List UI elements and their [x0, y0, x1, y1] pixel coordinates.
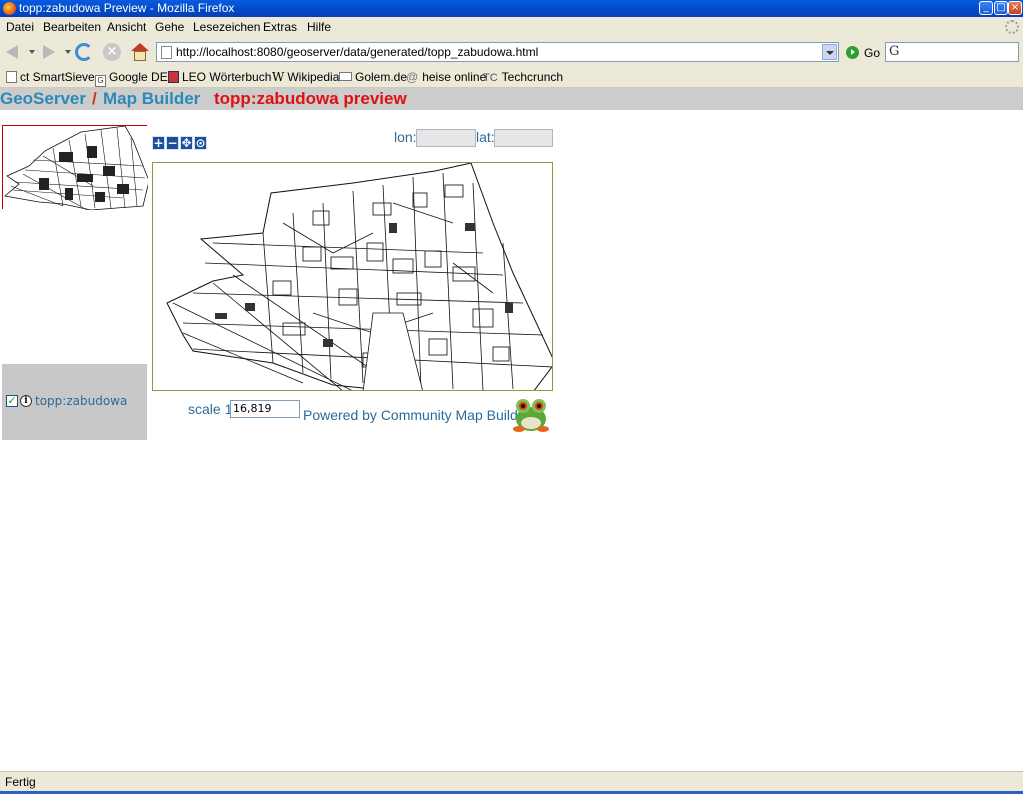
- firefox-icon: [3, 2, 16, 15]
- frog-logo-icon[interactable]: [511, 395, 551, 435]
- info-icon[interactable]: i: [20, 395, 32, 407]
- menu-bearbeiten[interactable]: Bearbeiten: [43, 20, 101, 34]
- google-icon: G: [95, 75, 106, 87]
- home-button[interactable]: [129, 41, 151, 63]
- close-button[interactable]: ×: [1008, 1, 1022, 15]
- bookmark-techcrunch[interactable]: TC Techcrunch: [483, 70, 563, 84]
- bookmark-golem[interactable]: Golem.de: [339, 70, 407, 84]
- flag-icon: [168, 71, 179, 83]
- zoom-out-button[interactable]: −: [166, 136, 179, 150]
- stop-icon: ×: [103, 43, 121, 61]
- map-builder-title: Map Builder: [103, 89, 201, 108]
- powered-by-link[interactable]: Powered by Community Map Builder: [303, 407, 530, 423]
- menu-extras[interactable]: Extras: [263, 20, 297, 34]
- status-text: Fertig: [5, 775, 36, 789]
- reset-extent-button[interactable]: ⊙: [194, 136, 207, 150]
- layer-legend: ✓ i topp:zabudowa: [2, 364, 147, 440]
- throbber-icon: [1005, 20, 1019, 34]
- bookmark-leo[interactable]: LEO Wörterbuch: [168, 70, 271, 84]
- pan-button[interactable]: ✥: [180, 136, 193, 150]
- search-field[interactable]: G: [885, 42, 1019, 62]
- minimize-button[interactable]: _: [979, 1, 993, 15]
- menu-lesezeichen[interactable]: Lesezeichen: [193, 20, 260, 34]
- navigation-toolbar: × http://localhost:8080/geoserver/data/g…: [0, 38, 1023, 67]
- page-header: GeoServer / Map Builder topp:zabudowa pr…: [0, 88, 1023, 110]
- page-content: GeoServer / Map Builder topp:zabudowa pr…: [0, 88, 1023, 771]
- overview-map[interactable]: [2, 125, 150, 211]
- golem-icon: [339, 72, 352, 81]
- menu-gehe[interactable]: Gehe: [155, 20, 184, 34]
- lon-label: lon:: [394, 129, 417, 145]
- url-field[interactable]: http://localhost:8080/geoserver/data/gen…: [156, 42, 839, 62]
- bookmark-heise[interactable]: @ heise online: [406, 70, 486, 84]
- wikipedia-icon: W: [272, 70, 285, 84]
- scale-input[interactable]: 16,819: [230, 400, 300, 418]
- overview-map-image: [4, 125, 150, 211]
- main-map[interactable]: [152, 162, 553, 391]
- url-text[interactable]: http://localhost:8080/geoserver/data/gen…: [176, 45, 538, 59]
- forward-icon: [43, 45, 55, 59]
- url-history-dropdown[interactable]: [822, 44, 837, 60]
- go-icon[interactable]: [846, 46, 859, 59]
- bookmark-ct-smartsieve[interactable]: ct SmartSieve: [6, 70, 95, 84]
- bookmark-google-de[interactable]: G Google DE: [95, 70, 168, 87]
- back-button[interactable]: [2, 41, 24, 63]
- lat-label: lat:: [476, 129, 495, 145]
- menu-bar: Datei Bearbeiten Ansicht Gehe Lesezeiche…: [0, 17, 1023, 38]
- lat-field[interactable]: [494, 129, 553, 147]
- layer-name[interactable]: topp:zabudowa: [35, 394, 127, 408]
- back-history-dropdown[interactable]: [29, 50, 35, 54]
- menu-datei[interactable]: Datei: [6, 20, 34, 34]
- geoserver-title: GeoServer: [0, 89, 86, 108]
- forward-history-dropdown[interactable]: [65, 50, 71, 54]
- back-icon: [6, 45, 18, 59]
- techcrunch-icon: TC: [483, 72, 498, 84]
- title-bar: topp:zabudowa Preview - Mozilla Firefox …: [0, 0, 1023, 17]
- reload-icon: [75, 43, 93, 61]
- reload-button[interactable]: [73, 41, 95, 63]
- lon-field[interactable]: [416, 129, 476, 147]
- window-title: topp:zabudowa Preview - Mozilla Firefox: [19, 1, 235, 15]
- menu-ansicht[interactable]: Ansicht: [107, 20, 146, 34]
- layer-visibility-checkbox[interactable]: ✓: [6, 395, 18, 407]
- layer-preview-title: topp:zabudowa preview: [214, 89, 407, 108]
- page-icon: [6, 71, 17, 83]
- forward-button[interactable]: [37, 41, 59, 63]
- maximize-button[interactable]: □: [994, 1, 1008, 15]
- scale-label: scale 1:: [188, 401, 237, 417]
- map-image: [166, 163, 552, 390]
- google-search-icon[interactable]: G: [889, 44, 899, 59]
- zoom-in-button[interactable]: +: [152, 136, 165, 150]
- home-icon: [131, 43, 149, 61]
- bookmarks-toolbar: ct SmartSieve G Google DE LEO Wörterbuch …: [0, 67, 1023, 88]
- status-bar: Fertig: [0, 771, 1023, 794]
- heise-icon: @: [406, 70, 419, 84]
- page-icon: [161, 46, 172, 59]
- go-button[interactable]: Go: [864, 46, 880, 60]
- menu-hilfe[interactable]: Hilfe: [307, 20, 331, 34]
- stop-button[interactable]: ×: [101, 41, 123, 63]
- bookmark-wikipedia[interactable]: W Wikipedia: [272, 70, 339, 84]
- title-separator: /: [92, 89, 97, 108]
